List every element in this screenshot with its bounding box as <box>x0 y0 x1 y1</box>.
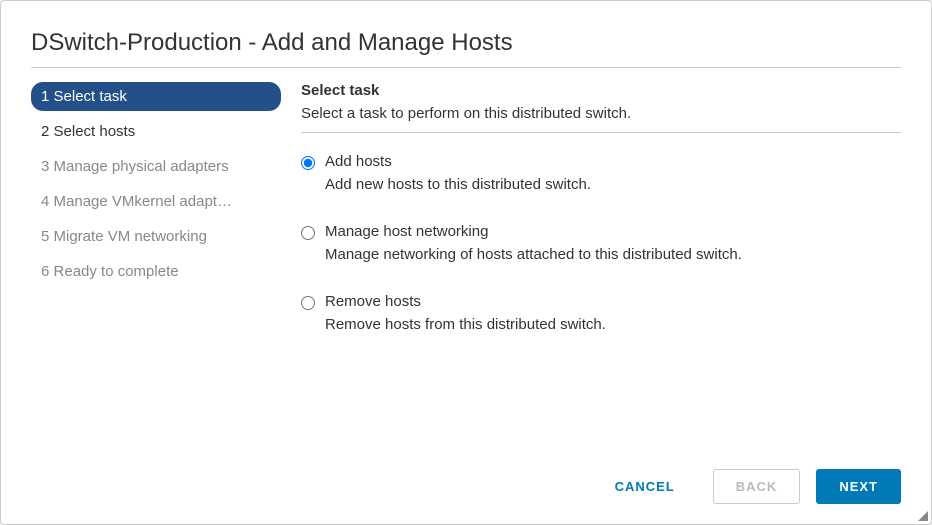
title-divider <box>31 67 901 68</box>
step-number: 1 <box>41 88 49 105</box>
section-divider <box>301 132 901 133</box>
step-label: Manage physical adapters <box>54 158 229 175</box>
radio-option-add-hosts: Add hosts Add new hosts to this distribu… <box>301 153 901 193</box>
task-radio-group: Add hosts Add new hosts to this distribu… <box>301 153 901 333</box>
step-select-task[interactable]: 1 Select task <box>31 82 281 111</box>
radio-option-manage-hosts: Manage host networking Manage networking… <box>301 223 901 263</box>
step-label: Migrate VM networking <box>54 228 207 245</box>
dialog-title: DSwitch-Production - Add and Manage Host… <box>31 29 901 57</box>
radio-desc-manage-hosts: Manage networking of hosts attached to t… <box>325 246 901 263</box>
wizard-dialog: DSwitch-Production - Add and Manage Host… <box>0 0 932 525</box>
radio-add-hosts[interactable] <box>301 156 315 170</box>
radio-label-manage-hosts[interactable]: Manage host networking <box>325 223 488 240</box>
radio-remove-hosts[interactable] <box>301 296 315 310</box>
step-manage-vmkernel-adapters: 4 Manage VMkernel adapt… <box>31 187 281 216</box>
step-number: 5 <box>41 228 49 245</box>
radio-label-remove-hosts[interactable]: Remove hosts <box>325 293 421 310</box>
step-number: 3 <box>41 158 49 175</box>
step-migrate-vm-networking: 5 Migrate VM networking <box>31 222 281 251</box>
radio-desc-remove-hosts: Remove hosts from this distributed switc… <box>325 316 901 333</box>
step-manage-physical-adapters: 3 Manage physical adapters <box>31 152 281 181</box>
step-label: Ready to complete <box>54 263 179 280</box>
content-area: 1 Select task 2 Select hosts 3 Manage ph… <box>31 82 901 459</box>
step-number: 4 <box>41 193 49 210</box>
wizard-steps: 1 Select task 2 Select hosts 3 Manage ph… <box>31 82 291 459</box>
step-label: Select task <box>54 88 127 105</box>
cancel-button[interactable]: CANCEL <box>593 470 697 503</box>
section-subtitle: Select a task to perform on this distrib… <box>301 105 901 122</box>
radio-option-remove-hosts: Remove hosts Remove hosts from this dist… <box>301 293 901 333</box>
step-ready-to-complete: 6 Ready to complete <box>31 257 281 286</box>
radio-manage-hosts[interactable] <box>301 226 315 240</box>
resize-handle-icon[interactable] <box>916 509 928 521</box>
step-select-hosts[interactable]: 2 Select hosts <box>31 117 281 146</box>
step-number: 6 <box>41 263 49 280</box>
step-label: Manage VMkernel adapt… <box>54 193 232 210</box>
radio-desc-add-hosts: Add new hosts to this distributed switch… <box>325 176 901 193</box>
step-label: Select hosts <box>54 123 136 140</box>
step-number: 2 <box>41 123 49 140</box>
section-title: Select task <box>301 82 901 99</box>
radio-label-add-hosts[interactable]: Add hosts <box>325 153 392 170</box>
back-button: BACK <box>713 469 801 504</box>
next-button[interactable]: NEXT <box>816 469 901 504</box>
main-panel: Select task Select a task to perform on … <box>291 82 901 459</box>
dialog-footer: CANCEL BACK NEXT <box>31 459 901 504</box>
